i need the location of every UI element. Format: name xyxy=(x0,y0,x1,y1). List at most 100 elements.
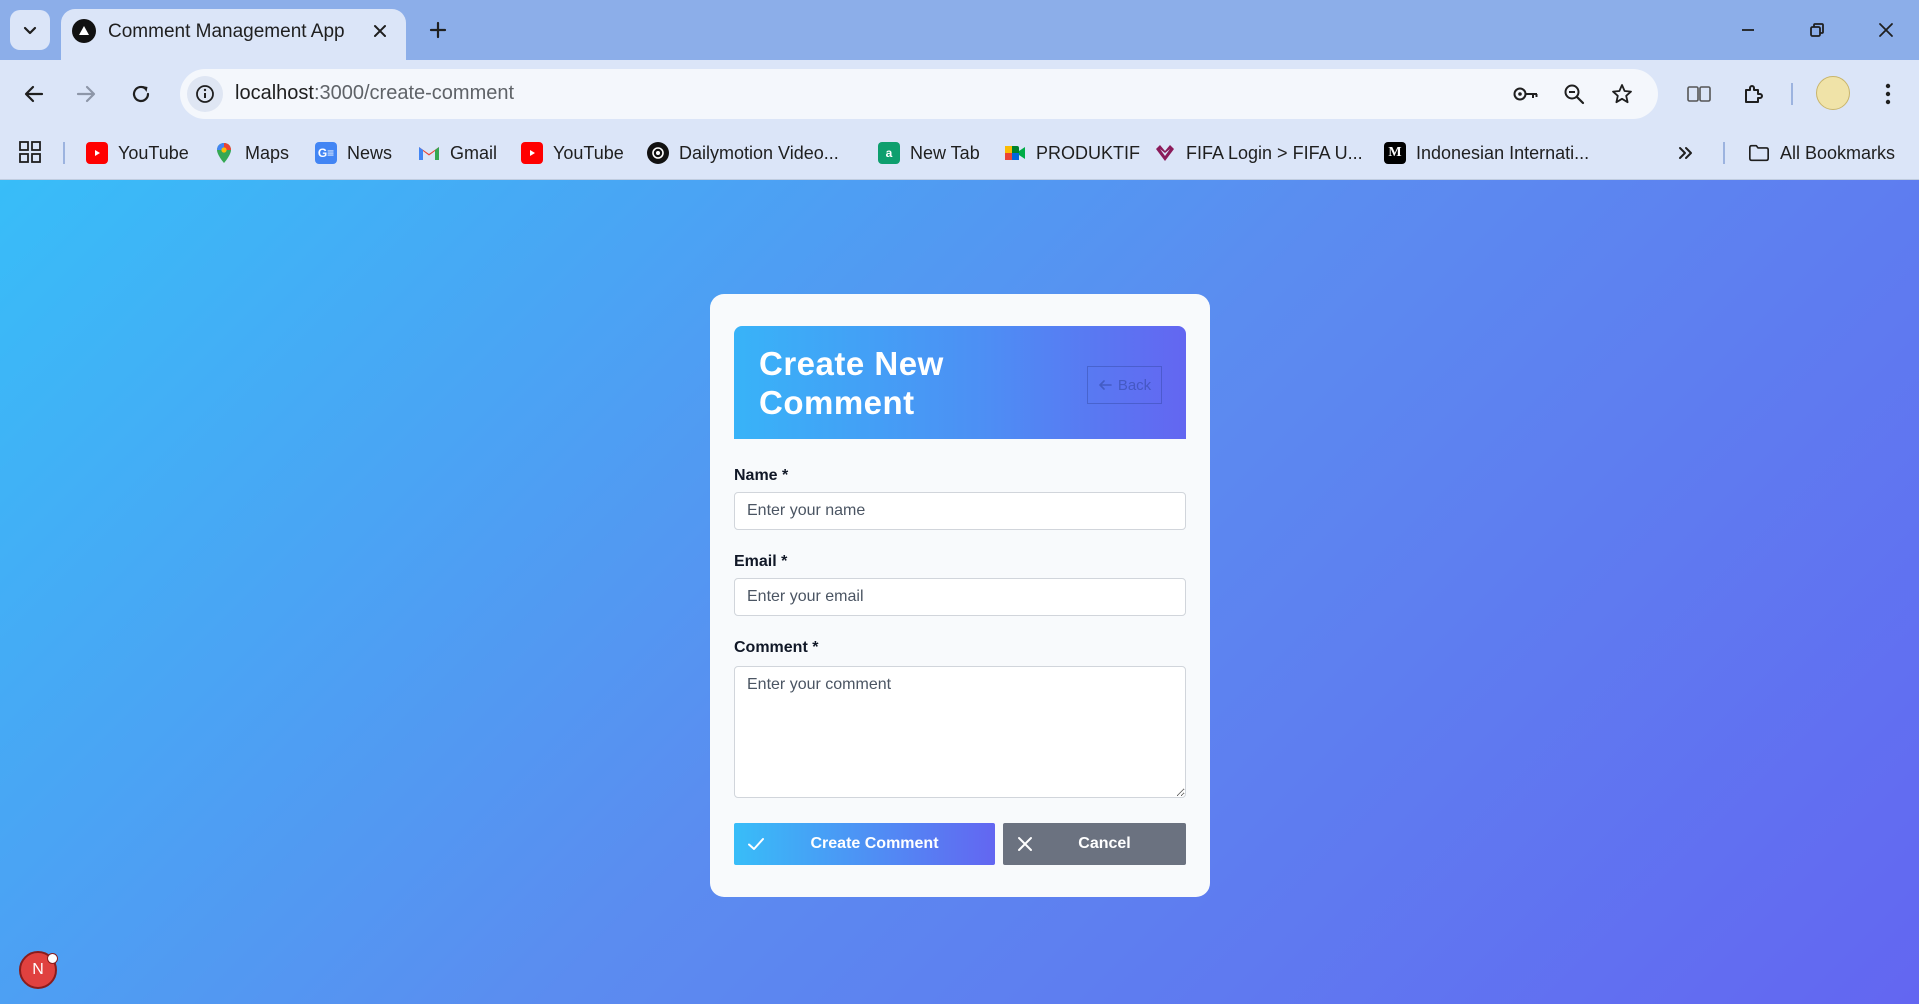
site-info-button[interactable] xyxy=(187,76,223,112)
fifa-icon xyxy=(1154,142,1176,164)
new-tab-button[interactable] xyxy=(422,14,454,46)
bookmark-dailymotion[interactable]: Dailymotion Video... xyxy=(647,138,839,168)
close-window-button[interactable] xyxy=(1866,12,1906,48)
bookmark-maps[interactable]: Maps xyxy=(213,138,289,168)
bookmark-youtube-2[interactable]: YouTube xyxy=(521,138,624,168)
bookmark-label: YouTube xyxy=(553,142,624,163)
password-key-button[interactable] xyxy=(1510,78,1542,110)
restore-icon xyxy=(1810,23,1824,37)
arrow-right-icon xyxy=(76,85,96,103)
plus-icon xyxy=(429,21,447,39)
all-bookmarks-button[interactable]: All Bookmarks xyxy=(1748,138,1895,168)
bookmark-label: Gmail xyxy=(450,142,498,163)
browser-toolbar: localhost:3000/create-comment xyxy=(0,60,1919,128)
maps-icon xyxy=(213,142,235,164)
page-title: Create New Comment xyxy=(759,345,944,421)
puzzle-icon xyxy=(1745,85,1763,103)
url-path: :3000/create-comment xyxy=(313,82,515,104)
tab-title: Comment Management App xyxy=(108,21,345,42)
address-bar[interactable]: localhost:3000/create-comment xyxy=(180,69,1658,119)
reload-button[interactable] xyxy=(121,74,161,114)
minimize-icon xyxy=(1742,29,1754,31)
youtube-icon xyxy=(521,142,543,164)
info-icon xyxy=(196,85,214,103)
reload-icon xyxy=(132,85,150,103)
reading-mode-button[interactable] xyxy=(1681,76,1717,112)
forward-nav-button[interactable] xyxy=(66,74,106,114)
bookmark-label: PRODUKTIF xyxy=(1036,142,1141,163)
comment-label: Comment * xyxy=(734,639,819,656)
bookmark-fifa[interactable]: FIFA Login > FIFA U... xyxy=(1154,138,1363,168)
close-icon xyxy=(374,25,386,37)
medium-icon: M xyxy=(1384,142,1406,164)
bookmarks-bar: YouTube Maps G≡ News Gmail YouTube Daily… xyxy=(0,128,1919,180)
bookmark-label: FIFA Login > FIFA U... xyxy=(1186,142,1363,163)
youtube-icon xyxy=(86,142,108,164)
bookmark-label: News xyxy=(347,142,393,163)
bookmark-label: New Tab xyxy=(910,142,980,163)
star-icon xyxy=(1612,84,1632,104)
all-bookmarks-label: All Bookmarks xyxy=(1780,142,1896,163)
cancel-button[interactable]: Cancel xyxy=(1003,823,1186,865)
news-icon: G≡ xyxy=(315,142,337,164)
more-bookmarks-button[interactable] xyxy=(1677,138,1695,168)
create-comment-card: Create New Comment Back Name * Email * C… xyxy=(710,294,1210,897)
email-label: Email * xyxy=(734,553,788,570)
bookmark-label: Indonesian Internati... xyxy=(1416,142,1590,163)
close-icon xyxy=(1879,23,1893,37)
profile-avatar[interactable] xyxy=(1816,76,1850,110)
bookmark-produktif[interactable]: PRODUKTIF xyxy=(1004,138,1140,168)
arrow-left-icon xyxy=(1099,380,1112,390)
browser-tab-active[interactable]: Comment Management App xyxy=(61,9,406,60)
bookmark-label: Maps xyxy=(245,142,290,163)
url-host: localhost xyxy=(235,82,314,104)
bookmark-youtube-1[interactable]: YouTube xyxy=(86,138,189,168)
bookmark-gmail[interactable]: Gmail xyxy=(418,138,497,168)
back-nav-button[interactable] xyxy=(14,74,54,114)
bookmarks-divider xyxy=(63,142,65,164)
apps-button[interactable] xyxy=(16,138,44,166)
create-comment-button[interactable]: Create Comment xyxy=(734,823,995,865)
dailymotion-icon xyxy=(647,142,669,164)
back-button-label: Back xyxy=(1117,376,1152,394)
dev-indicator-label: N xyxy=(32,961,44,978)
tab-search-button[interactable] xyxy=(10,10,50,50)
restore-button[interactable] xyxy=(1797,12,1837,48)
tab-strip: Comment Management App xyxy=(0,0,1919,60)
name-input[interactable] xyxy=(734,492,1186,530)
bookmark-new-tab[interactable]: a New Tab xyxy=(878,138,980,168)
more-vertical-icon xyxy=(1885,83,1891,105)
email-input[interactable] xyxy=(734,578,1186,616)
split-view-icon xyxy=(1687,86,1711,102)
create-comment-label: Create Comment xyxy=(810,835,939,852)
back-button[interactable]: Back xyxy=(1087,366,1162,404)
card-header: Create New Comment Back xyxy=(734,326,1186,439)
meet-icon xyxy=(1004,142,1026,164)
nextjs-favicon-icon xyxy=(72,19,96,43)
close-tab-button[interactable] xyxy=(368,19,392,43)
extensions-button[interactable] xyxy=(1736,76,1772,112)
toolbar-divider xyxy=(1791,83,1793,105)
bookmark-star-button[interactable] xyxy=(1606,78,1638,110)
page-background: Create New Comment Back Name * Email * C… xyxy=(0,180,1919,1004)
url-text[interactable]: localhost:3000/create-comment xyxy=(235,82,514,105)
browser-menu-button[interactable] xyxy=(1870,76,1906,112)
minimize-button[interactable] xyxy=(1728,12,1768,48)
zoom-out-icon xyxy=(1564,84,1585,105)
arrow-left-icon xyxy=(24,85,44,103)
dev-indicator-dot xyxy=(47,953,58,964)
double-chevron-right-icon xyxy=(1679,147,1692,159)
new-tab-icon: a xyxy=(878,142,900,164)
bookmark-indonesian[interactable]: M Indonesian Internati... xyxy=(1384,138,1589,168)
grid-icon xyxy=(19,141,41,163)
gmail-icon xyxy=(418,142,440,164)
close-icon xyxy=(1018,837,1032,851)
zoom-button[interactable] xyxy=(1558,78,1590,110)
chevron-down-icon xyxy=(23,26,37,35)
bookmark-news[interactable]: G≡ News xyxy=(315,138,392,168)
name-label: Name * xyxy=(734,467,789,484)
check-icon xyxy=(748,838,764,850)
bookmark-label: YouTube xyxy=(118,142,189,163)
folder-icon xyxy=(1748,142,1770,164)
comment-textarea[interactable] xyxy=(734,666,1186,798)
